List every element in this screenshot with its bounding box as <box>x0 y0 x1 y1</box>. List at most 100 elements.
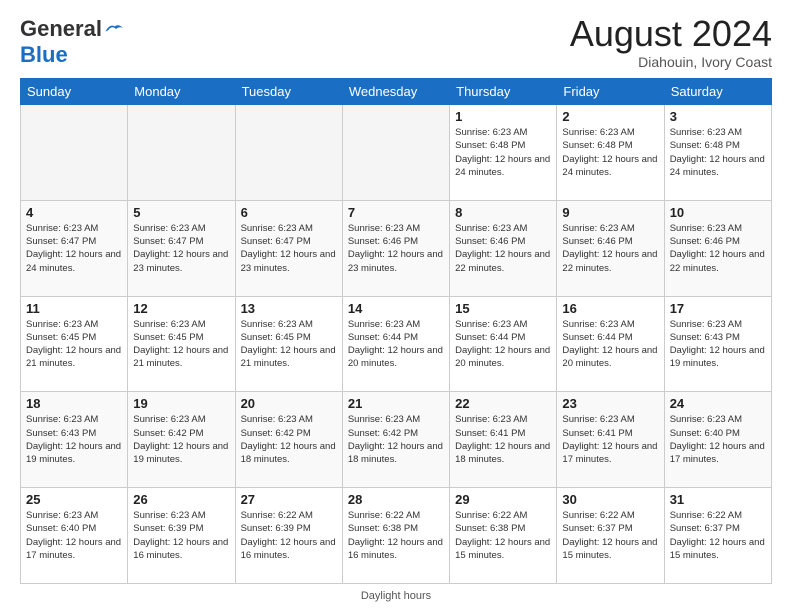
day-info: Sunrise: 6:23 AM Sunset: 6:47 PM Dayligh… <box>241 222 337 275</box>
day-info: Sunrise: 6:23 AM Sunset: 6:45 PM Dayligh… <box>133 318 229 371</box>
day-number: 25 <box>26 492 122 507</box>
calendar-cell-13: 13Sunrise: 6:23 AM Sunset: 6:45 PM Dayli… <box>235 296 342 392</box>
calendar-table: SundayMondayTuesdayWednesdayThursdayFrid… <box>20 78 772 584</box>
day-number: 31 <box>670 492 766 507</box>
calendar-cell-25: 25 Sunrise: 6:23 AM Sunset: 6:40 PM Dayli… <box>21 488 128 584</box>
day-info: Sunrise: 6:23 AM Sunset: 6:44 PM Dayligh… <box>562 318 658 371</box>
month-title: August 2024 <box>570 16 772 52</box>
calendar-cell-empty <box>342 105 449 201</box>
day-info: Sunrise: 6:23 AM Sunset: 6:47 PM Dayligh… <box>26 222 122 275</box>
calendar-cell-10: 10Sunrise: 6:23 AM Sunset: 6:46 PM Dayli… <box>664 200 771 296</box>
footer: Daylight hours <box>20 590 772 602</box>
day-number: 6 <box>241 205 337 220</box>
calendar-cell-21: 21 Sunrise: 6:23 AM Sunset: 6:42 PM Dayli… <box>342 392 449 488</box>
day-number: 18 <box>26 396 122 411</box>
day-info: Sunrise: 6:23 AM Sunset: 6:46 PM Dayligh… <box>455 222 551 275</box>
day-info: Sunrise: 6:23 AM Sunset: 6:45 PM Dayligh… <box>26 318 122 371</box>
calendar-header-monday: Monday <box>128 79 235 105</box>
day-info: Sunrise: 6:23 AM Sunset: 6:43 PM Dayligh… <box>670 318 766 371</box>
calendar-cell-15: 15 Sunrise: 6:23 AM Sunset: 6:44 PM Dayli… <box>450 296 557 392</box>
calendar-header-row: SundayMondayTuesdayWednesdayThursdayFrid… <box>21 79 772 105</box>
day-info: Sunrise: 6:23 AM Sunset: 6:44 PM Dayligh… <box>455 318 551 371</box>
calendar-cell-27: 27Sunrise: 6:22 AM Sunset: 6:39 PM Dayli… <box>235 488 342 584</box>
logo: General Blue <box>20 16 124 68</box>
daylight-hours-label: Daylight hours <box>361 590 431 602</box>
day-info: Sunrise: 6:23 AM Sunset: 6:40 PM Dayligh… <box>670 413 766 466</box>
day-number: 7 <box>348 205 444 220</box>
calendar-cell-23: 23Sunrise: 6:23 AM Sunset: 6:41 PM Dayli… <box>557 392 664 488</box>
calendar-cell-3: 3 Sunrise: 6:23 AM Sunset: 6:48 PM Daylig… <box>664 105 771 201</box>
calendar-cell-20: 20Sunrise: 6:23 AM Sunset: 6:42 PM Dayli… <box>235 392 342 488</box>
calendar-cell-29: 29Sunrise: 6:22 AM Sunset: 6:38 PM Dayli… <box>450 488 557 584</box>
calendar-cell-17: 17 Sunrise: 6:23 AM Sunset: 6:43 PM Dayli… <box>664 296 771 392</box>
calendar-cell-14: 14 Sunrise: 6:23 AM Sunset: 6:44 PM Dayli… <box>342 296 449 392</box>
day-info: Sunrise: 6:23 AM Sunset: 6:46 PM Dayligh… <box>562 222 658 275</box>
day-number: 4 <box>26 205 122 220</box>
calendar-cell-7: 7 Sunrise: 6:23 AM Sunset: 6:46 PM Daylig… <box>342 200 449 296</box>
day-number: 16 <box>562 301 658 316</box>
calendar-week-1: 1 Sunrise: 6:23 AM Sunset: 6:48 PM Daylig… <box>21 105 772 201</box>
calendar-cell-9: 9 Sunrise: 6:23 AM Sunset: 6:46 PM Daylig… <box>557 200 664 296</box>
day-number: 15 <box>455 301 551 316</box>
day-info: Sunrise: 6:23 AM Sunset: 6:43 PM Dayligh… <box>26 413 122 466</box>
calendar-cell-6: 6 Sunrise: 6:23 AM Sunset: 6:47 PM Daylig… <box>235 200 342 296</box>
day-info: Sunrise: 6:23 AM Sunset: 6:40 PM Dayligh… <box>26 509 122 562</box>
calendar-cell-empty <box>21 105 128 201</box>
day-number: 19 <box>133 396 229 411</box>
calendar-cell-12: 12 Sunrise: 6:23 AM Sunset: 6:45 PM Dayli… <box>128 296 235 392</box>
calendar-week-3: 11 Sunrise: 6:23 AM Sunset: 6:45 PM Dayli… <box>21 296 772 392</box>
day-number: 11 <box>26 301 122 316</box>
day-number: 3 <box>670 109 766 124</box>
calendar-header-tuesday: Tuesday <box>235 79 342 105</box>
logo-bird-icon <box>104 22 124 36</box>
day-number: 24 <box>670 396 766 411</box>
calendar-cell-5: 5 Sunrise: 6:23 AM Sunset: 6:47 PM Daylig… <box>128 200 235 296</box>
day-info: Sunrise: 6:23 AM Sunset: 6:39 PM Dayligh… <box>133 509 229 562</box>
day-info: Sunrise: 6:23 AM Sunset: 6:48 PM Dayligh… <box>670 126 766 179</box>
page: General Blue August 2024 Diahouin, Ivory… <box>0 0 792 612</box>
day-number: 26 <box>133 492 229 507</box>
logo-blue: Blue <box>20 42 68 67</box>
calendar-header-sunday: Sunday <box>21 79 128 105</box>
day-number: 21 <box>348 396 444 411</box>
day-info: Sunrise: 6:23 AM Sunset: 6:41 PM Dayligh… <box>455 413 551 466</box>
day-number: 9 <box>562 205 658 220</box>
day-info: Sunrise: 6:23 AM Sunset: 6:44 PM Dayligh… <box>348 318 444 371</box>
day-number: 5 <box>133 205 229 220</box>
calendar-cell-1: 1 Sunrise: 6:23 AM Sunset: 6:48 PM Daylig… <box>450 105 557 201</box>
calendar-cell-8: 8 Sunrise: 6:23 AM Sunset: 6:46 PM Daylig… <box>450 200 557 296</box>
day-number: 23 <box>562 396 658 411</box>
calendar-cell-28: 28Sunrise: 6:22 AM Sunset: 6:38 PM Dayli… <box>342 488 449 584</box>
calendar-cell-26: 26 Sunrise: 6:23 AM Sunset: 6:39 PM Dayli… <box>128 488 235 584</box>
calendar-cell-2: 2 Sunrise: 6:23 AM Sunset: 6:48 PM Daylig… <box>557 105 664 201</box>
calendar-cell-31: 31Sunrise: 6:22 AM Sunset: 6:37 PM Dayli… <box>664 488 771 584</box>
day-number: 20 <box>241 396 337 411</box>
day-info: Sunrise: 6:23 AM Sunset: 6:46 PM Dayligh… <box>348 222 444 275</box>
calendar-header-thursday: Thursday <box>450 79 557 105</box>
calendar-week-5: 25 Sunrise: 6:23 AM Sunset: 6:40 PM Dayli… <box>21 488 772 584</box>
location: Diahouin, Ivory Coast <box>570 54 772 70</box>
day-info: Sunrise: 6:22 AM Sunset: 6:39 PM Dayligh… <box>241 509 337 562</box>
day-number: 1 <box>455 109 551 124</box>
day-number: 17 <box>670 301 766 316</box>
calendar-cell-11: 11 Sunrise: 6:23 AM Sunset: 6:45 PM Dayli… <box>21 296 128 392</box>
calendar-week-2: 4 Sunrise: 6:23 AM Sunset: 6:47 PM Daylig… <box>21 200 772 296</box>
calendar-header-wednesday: Wednesday <box>342 79 449 105</box>
day-number: 14 <box>348 301 444 316</box>
day-info: Sunrise: 6:23 AM Sunset: 6:48 PM Dayligh… <box>562 126 658 179</box>
day-info: Sunrise: 6:23 AM Sunset: 6:45 PM Dayligh… <box>241 318 337 371</box>
calendar-cell-empty <box>235 105 342 201</box>
day-number: 12 <box>133 301 229 316</box>
header: General Blue August 2024 Diahouin, Ivory… <box>20 16 772 70</box>
logo-general: General <box>20 16 102 42</box>
day-info: Sunrise: 6:23 AM Sunset: 6:42 PM Dayligh… <box>348 413 444 466</box>
day-number: 2 <box>562 109 658 124</box>
day-info: Sunrise: 6:23 AM Sunset: 6:48 PM Dayligh… <box>455 126 551 179</box>
title-block: August 2024 Diahouin, Ivory Coast <box>570 16 772 70</box>
calendar-cell-24: 24 Sunrise: 6:23 AM Sunset: 6:40 PM Dayli… <box>664 392 771 488</box>
day-number: 8 <box>455 205 551 220</box>
calendar-cell-22: 22 Sunrise: 6:23 AM Sunset: 6:41 PM Dayli… <box>450 392 557 488</box>
calendar-cell-18: 18 Sunrise: 6:23 AM Sunset: 6:43 PM Dayli… <box>21 392 128 488</box>
day-number: 22 <box>455 396 551 411</box>
day-info: Sunrise: 6:23 AM Sunset: 6:47 PM Dayligh… <box>133 222 229 275</box>
